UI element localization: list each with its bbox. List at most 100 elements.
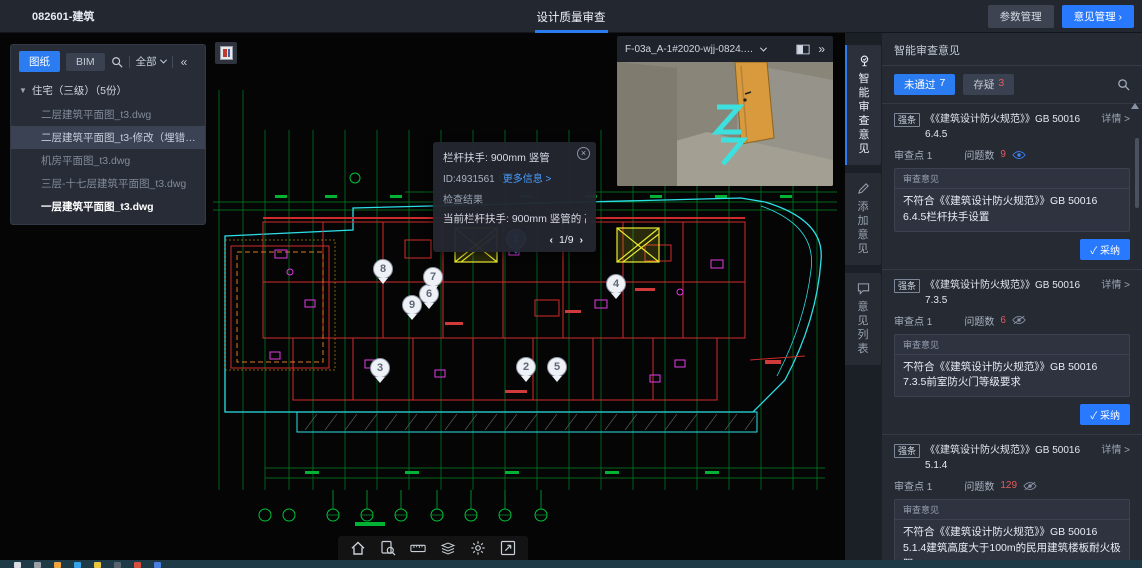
issue-marker-2[interactable]: 2 (516, 357, 536, 383)
chevron-down-icon[interactable] (760, 44, 767, 51)
visibility-eye-icon[interactable] (1012, 150, 1026, 160)
scrollbar-up-arrow[interactable] (1131, 103, 1139, 109)
viewer-header: F-03a_A-1#2020-wjj-0824.gfc » (617, 36, 833, 62)
pager-prev-button[interactable]: ‹ (547, 234, 557, 246)
model-3d-viewer[interactable]: F-03a_A-1#2020-wjj-0824.gfc » (617, 36, 833, 186)
model-name: F-03a_A-1#2020-wjj-0824.gfc (625, 44, 755, 55)
review-item: 强条 《《建筑设计防火规范》》GB 50016 5.1.4 详情 > 审查点 1… (882, 435, 1142, 560)
sidebar-title: 智能审查意见 (882, 33, 1142, 66)
scrollbar-thumb[interactable] (1135, 138, 1139, 208)
adopt-button[interactable]: ✓ 采纳 (1080, 239, 1130, 260)
file-list-item[interactable]: 一层建筑平面图_t3.dwg (11, 195, 205, 218)
file-list-item[interactable]: 二层建筑平面图_t3-修改（埋错门，窗... (11, 126, 205, 149)
zoom-document-icon[interactable] (380, 540, 396, 556)
caret-down-icon: ▼ (19, 86, 27, 95)
opinion-box: 审查意见 不符合《《建筑设计防火规范》》GB 50016 7.3.5前室防火门等… (894, 334, 1130, 398)
rule-title: 《《建筑设计防火规范》》GB 50016 5.1.4 (925, 443, 1096, 473)
review-point: 审查点 1 (894, 478, 932, 493)
os-taskbar[interactable] (0, 560, 1142, 568)
file-list-item[interactable]: 机房平面图_t3.dwg (11, 149, 205, 172)
audit-icon (858, 54, 871, 67)
top-nav: 设计质量审查 (0, 0, 1142, 33)
taskbar-app-icon[interactable] (34, 562, 41, 568)
adopt-button[interactable]: ✓ 采纳 (1080, 404, 1130, 425)
more-chevrons-icon[interactable]: » (818, 42, 825, 56)
issue-count-label: 问题数 (964, 313, 994, 328)
opinion-box-title: 审查意见 (895, 169, 1129, 189)
comment-icon (857, 282, 870, 295)
opinion-text: 不符合《《建筑设计防火规范》》GB 50016 5.1.4建筑高度大于100m的… (895, 520, 1129, 560)
search-icon[interactable] (111, 56, 123, 68)
fullscreen-icon[interactable] (500, 540, 516, 556)
detail-link[interactable]: 详情 > (1101, 443, 1130, 473)
element-tooltip: × 栏杆扶手: 900mm 竖管 ID:4931561更多信息 > 检查结果 当… (433, 142, 596, 252)
visibility-eye-icon[interactable] (1012, 315, 1026, 325)
detail-link[interactable]: 详情 > (1101, 112, 1130, 142)
search-icon[interactable] (1117, 78, 1130, 91)
taskbar-app-icon[interactable] (14, 562, 21, 568)
visibility-eye-icon[interactable] (1023, 481, 1037, 491)
rule-title: 《《建筑设计防火规范》》GB 50016 7.3.5 (925, 278, 1096, 308)
tab-drawings[interactable]: 图纸 (19, 51, 60, 72)
review-item: 强条 《《建筑设计防火规范》》GB 50016 7.3.5 详情 > 审查点 1… (882, 270, 1142, 436)
image-icon (220, 46, 233, 60)
issue-marker-8[interactable]: 8 (373, 259, 393, 285)
opinion-box: 审查意见 不符合《《建筑设计防火规范》》GB 50016 5.1.4建筑高度大于… (894, 499, 1130, 560)
vertical-tab-comment[interactable]: 意见列表 (845, 273, 881, 365)
file-list-item[interactable]: 三层-十七层建筑平面图_t3.dwg (11, 172, 205, 195)
issue-marker-3[interactable]: 3 (370, 358, 390, 384)
more-info-link[interactable]: 更多信息 > (503, 174, 552, 185)
taskbar-app-icon[interactable] (54, 562, 61, 568)
check-result-label: 检查结果 (443, 191, 586, 206)
measure-icon[interactable] (410, 540, 426, 556)
check-result-text: 当前栏杆扶手: 900mm 竖管的 高度 为 (443, 211, 586, 226)
app-window: 082601-建筑 设计质量审查 参数管理 意见管理 › (0, 0, 1142, 568)
pager-next-button[interactable]: › (577, 234, 587, 246)
issue-count: 9 (1000, 149, 1006, 160)
issue-marker-9[interactable]: 9 (402, 295, 422, 321)
opinion-box: 审查意见 不符合《《建筑设计防火规范》》GB 50016 6.4.5栏杆扶手设置 (894, 168, 1130, 232)
tooltip-pager: ‹ 1/9 › (443, 234, 586, 246)
taskbar-app-icon[interactable] (114, 562, 121, 568)
tooltip-id: ID:4931561更多信息 > (443, 170, 586, 185)
review-item-list: 强条 《《建筑设计防火规范》》GB 50016 6.4.5 详情 > 审查点 1… (882, 104, 1142, 560)
tab-bim[interactable]: BIM (66, 53, 105, 71)
collapse-panel-button[interactable]: « (181, 55, 188, 69)
settings-icon[interactable] (470, 540, 486, 556)
taskbar-app-icon[interactable] (74, 562, 81, 568)
opinion-text: 不符合《《建筑设计防火规范》》GB 50016 7.3.5前室防火门等级要求 (895, 355, 1129, 397)
taskbar-app-icon[interactable] (94, 562, 101, 568)
issue-marker-4[interactable]: 4 (606, 274, 626, 300)
model-3d-scene (617, 62, 833, 186)
home-icon[interactable] (350, 540, 366, 556)
taskbar-app-icon[interactable] (154, 562, 161, 568)
issue-marker-5[interactable]: 5 (547, 357, 567, 383)
vertical-tab-audit[interactable]: 智能审查意见 (845, 45, 881, 165)
pager-value: 1/9 (559, 234, 574, 246)
panel-toggle-icon[interactable] (796, 44, 810, 55)
file-group-label: 住宅（三级）（5份） (32, 83, 127, 98)
cad-canvas[interactable]: 123456789 图纸 BIM 全部 « ▼ 住宅（三级）（5份） (0, 33, 845, 560)
opinion-box-title: 审查意见 (895, 500, 1129, 520)
review-point: 审查点 1 (894, 313, 932, 328)
rule-title: 《《建筑设计防火规范》》GB 50016 6.4.5 (925, 112, 1096, 142)
close-icon[interactable]: × (577, 147, 590, 160)
filter-dropdown[interactable]: 全部 (136, 54, 166, 69)
detail-link[interactable]: 详情 > (1101, 278, 1130, 308)
vertical-tab-edit[interactable]: 添加意见 (845, 173, 881, 265)
tab-doubt[interactable]: 存疑3 (963, 74, 1014, 95)
layers-icon[interactable] (440, 540, 456, 556)
tab-failed[interactable]: 未通过7 (894, 74, 955, 95)
review-filter-tabs: 未通过7 存疑3 (882, 66, 1142, 104)
file-panel-header: 图纸 BIM 全部 « (11, 45, 205, 78)
mandatory-badge: 强条 (894, 444, 920, 458)
tab-design-quality-review[interactable]: 设计质量审查 (527, 0, 616, 33)
file-list-item[interactable]: 二层建筑平面图_t3.dwg (11, 103, 205, 126)
viewer-toolbar (338, 536, 528, 560)
drawing-file-panel: 图纸 BIM 全部 « ▼ 住宅（三级）（5份） 二层建筑平面图_t3.dwg二… (10, 44, 206, 225)
file-group[interactable]: ▼ 住宅（三级）（5份） (11, 78, 205, 103)
issue-marker-7[interactable]: 7 (423, 267, 443, 293)
taskbar-app-icon[interactable] (134, 562, 141, 568)
issue-count-label: 问题数 (964, 147, 994, 162)
legend-thumbnail-button[interactable] (215, 42, 237, 64)
